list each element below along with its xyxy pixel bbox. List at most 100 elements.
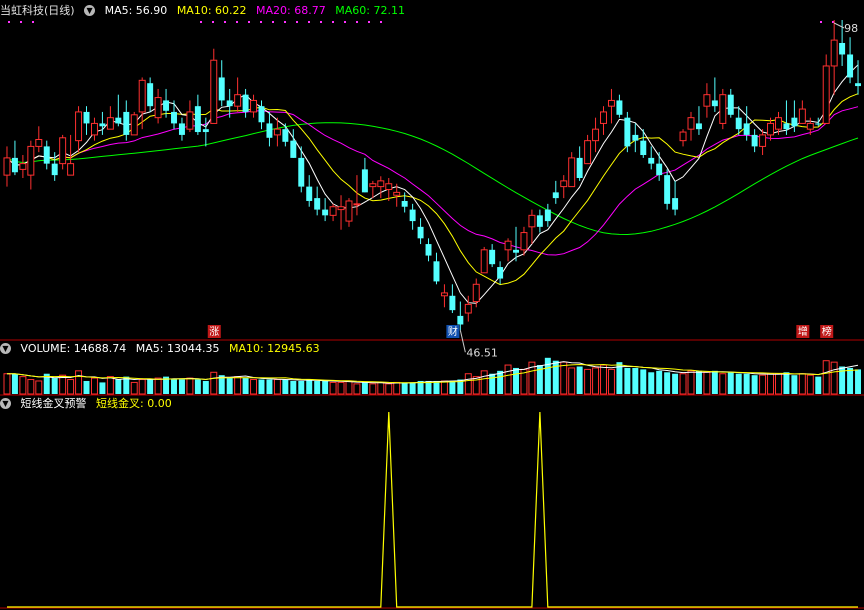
volume-bar: [751, 375, 758, 394]
volume-bar: [489, 373, 496, 394]
candle-body: [130, 114, 138, 136]
stock-title: 当虹科技(日线): [0, 4, 75, 17]
volume-bar: [449, 380, 456, 394]
candle-body: [695, 123, 702, 130]
volume-bar: [385, 383, 393, 395]
candle-body: [51, 163, 58, 176]
candle-body: [440, 292, 448, 297]
high-price-label: 98: [844, 22, 858, 35]
volume-bar: [361, 382, 368, 394]
volume-bar: [306, 379, 313, 394]
candle-body: [775, 117, 782, 130]
top-marker-dot: [368, 21, 370, 23]
volume-bar: [90, 377, 98, 395]
candle-body: [735, 117, 742, 130]
volume-bar: [544, 357, 551, 394]
volume-bar: [290, 380, 297, 394]
candle-body: [513, 249, 519, 253]
volume-bar: [664, 372, 671, 394]
volume-bar: [775, 373, 782, 395]
candle-body: [186, 111, 194, 130]
volume-bar: [640, 369, 647, 394]
candle-body: [711, 100, 718, 107]
volume-bar: [847, 367, 854, 394]
volume-bar: [11, 373, 18, 394]
candle-body: [457, 315, 464, 325]
candle-body: [138, 79, 146, 113]
volume-bar: [719, 373, 727, 395]
signal-menu-icon[interactable]: ▼: [0, 397, 11, 409]
candle-body: [847, 54, 854, 78]
volume-bar: [242, 378, 249, 394]
candle-body: [855, 83, 862, 87]
volume-bar: [743, 373, 750, 394]
candle-body: [218, 77, 225, 101]
volume-bar: [322, 380, 329, 394]
volume-bar: [607, 368, 615, 395]
volume-bar: [687, 370, 695, 395]
top-marker-dot: [20, 21, 22, 23]
candle-body: [306, 186, 313, 201]
top-marker-dot: [332, 21, 334, 23]
candle-body: [703, 94, 711, 107]
candle-body: [839, 42, 846, 55]
candle-body: [35, 139, 43, 147]
top-marker-dot: [296, 21, 298, 23]
volume-bar: [679, 373, 687, 395]
signal-panel-header: ▼ 短线金叉预警 短线金叉: 0.00: [0, 396, 178, 412]
volume-bar: [409, 382, 416, 394]
volume-bar: [171, 379, 177, 394]
volume-bar: [695, 370, 702, 394]
volume-bar: [513, 367, 519, 394]
volume-ma10-legend: MA10: 12945.63: [228, 342, 320, 355]
top-marker-dot: [248, 21, 250, 23]
volume-menu-icon[interactable]: ▼: [0, 342, 11, 354]
candle-body: [600, 111, 607, 124]
candle-body: [11, 157, 18, 173]
candle-body: [616, 100, 623, 115]
low-price-label: 46.51: [466, 346, 498, 359]
candle-body: [59, 137, 67, 165]
volume-bar: [401, 382, 408, 394]
candle-body: [83, 111, 90, 124]
candle-body: [767, 122, 775, 136]
candle-body: [250, 99, 258, 113]
ma5-legend: MA5: 56.90: [104, 4, 168, 17]
candle-body: [361, 169, 368, 193]
candle-body: [282, 129, 289, 142]
volume-bar: [19, 376, 27, 395]
candle-body: [607, 99, 615, 107]
candle-body: [178, 123, 185, 135]
volume-bar: [234, 376, 242, 395]
candle-body: [417, 226, 424, 239]
candle-body: [258, 106, 265, 123]
candle-body: [425, 244, 432, 256]
candle-body: [449, 295, 456, 311]
volume-bar: [266, 379, 273, 394]
candle-body: [664, 175, 671, 204]
candle-body: [43, 146, 50, 164]
candle-body: [830, 39, 838, 67]
candle-body: [314, 198, 321, 210]
volume-bar: [672, 373, 679, 394]
volume-bar: [115, 379, 122, 394]
volume-bar: [106, 376, 114, 395]
candle-body: [409, 209, 416, 222]
candle-body: [656, 163, 663, 176]
candle-body: [385, 183, 393, 190]
top-marker-dot: [284, 21, 286, 23]
candle-body: [536, 215, 543, 227]
volume-bar: [703, 371, 711, 395]
volume-bar: [727, 372, 734, 394]
volume-bar: [624, 367, 631, 394]
panel-menu-icon[interactable]: ▼: [84, 4, 96, 16]
volume-bar: [735, 373, 742, 394]
candle-body: [489, 249, 496, 265]
candle-body: [163, 100, 170, 111]
volume-bar: [711, 370, 718, 394]
volume-bar: [806, 374, 814, 395]
top-marker-dot: [200, 21, 202, 23]
candle-body: [337, 206, 345, 211]
candle-body: [3, 157, 11, 176]
candle-body: [640, 140, 647, 156]
